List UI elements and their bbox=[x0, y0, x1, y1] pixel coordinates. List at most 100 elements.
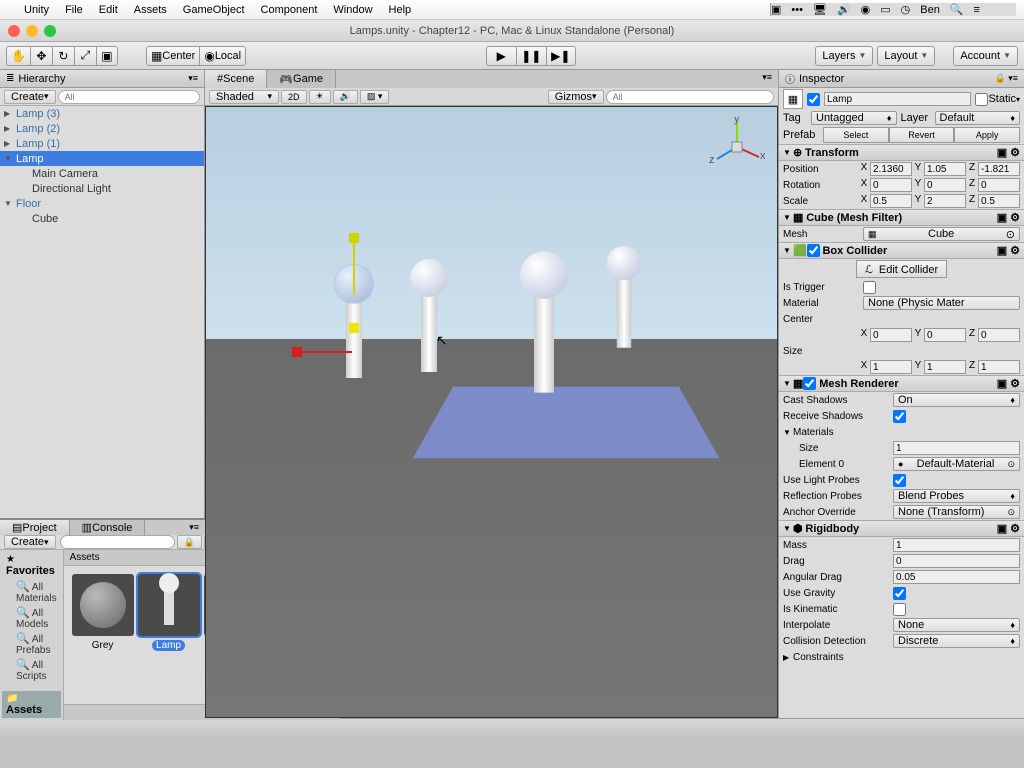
tag-dropdown[interactable]: Untagged♦ bbox=[811, 111, 897, 125]
lock-icon[interactable]: 🔒 ▾≡ bbox=[995, 73, 1018, 84]
boxcollider-header[interactable]: ▼🟩 Box Collider▣ ⚙ bbox=[779, 242, 1024, 259]
favorite-item[interactable]: 🔍 All Prefabs bbox=[2, 631, 61, 657]
scene-gizmo[interactable]: y x z bbox=[707, 117, 767, 177]
hierarchy-item[interactable]: Main Camera bbox=[0, 166, 204, 181]
step-button[interactable]: ▶❚ bbox=[546, 46, 576, 66]
hand-tool[interactable]: ✋ bbox=[6, 46, 30, 66]
gear-icon[interactable]: ▣ ⚙ bbox=[997, 522, 1020, 535]
rot-y[interactable] bbox=[924, 178, 966, 192]
minimize-button[interactable] bbox=[26, 25, 38, 37]
renderer-enabled[interactable] bbox=[803, 377, 816, 390]
hierarchy-item[interactable]: ▼Floor bbox=[0, 196, 204, 211]
pause-button[interactable]: ❚❚ bbox=[516, 46, 546, 66]
gizmos-dropdown[interactable]: Gizmos ▾ bbox=[548, 90, 604, 104]
prefab-select[interactable]: Select bbox=[823, 127, 889, 143]
fx-toggle[interactable]: ▧ ▾ bbox=[360, 90, 390, 104]
use-gravity[interactable] bbox=[893, 587, 906, 600]
mat-size[interactable] bbox=[893, 441, 1020, 455]
pos-x[interactable] bbox=[870, 162, 912, 176]
prefab-apply[interactable]: Apply bbox=[954, 127, 1020, 143]
menu-assets[interactable]: Assets bbox=[134, 4, 167, 16]
center-y[interactable] bbox=[924, 328, 966, 342]
user-name[interactable]: Ben bbox=[920, 4, 940, 16]
pivot-toggle[interactable]: ▦ Center bbox=[146, 46, 199, 66]
hierarchy-item[interactable]: Cube bbox=[0, 211, 204, 226]
lamp-selected[interactable] bbox=[346, 293, 362, 378]
console-tab[interactable]: ▥ Console bbox=[70, 520, 146, 535]
collider-enabled[interactable] bbox=[807, 244, 820, 257]
shading-dropdown[interactable]: Shaded▾ bbox=[209, 90, 279, 104]
center-x[interactable] bbox=[870, 328, 912, 342]
menu-window[interactable]: Window bbox=[333, 4, 372, 16]
transform-header[interactable]: ▼⊕ Transform▣ ⚙ bbox=[779, 144, 1024, 161]
edit-collider-button[interactable]: ℒ Edit Collider bbox=[856, 260, 947, 278]
light-probes[interactable] bbox=[893, 474, 906, 487]
cast-shadows[interactable]: On♦ bbox=[893, 393, 1020, 407]
menu-help[interactable]: Help bbox=[389, 4, 412, 16]
menu-edit[interactable]: Edit bbox=[99, 4, 118, 16]
panel-menu-icon[interactable]: ▾≡ bbox=[756, 70, 778, 88]
rect-tool[interactable]: ▣ bbox=[96, 46, 118, 66]
light-toggle[interactable]: ☀ bbox=[309, 90, 331, 104]
layout-dropdown[interactable]: Layout▼ bbox=[877, 46, 935, 66]
drag-field[interactable] bbox=[893, 554, 1020, 568]
lamp-2[interactable] bbox=[421, 287, 437, 372]
rigidbody-header[interactable]: ▼⬢ Rigidbody▣ ⚙ bbox=[779, 520, 1024, 537]
gear-icon[interactable]: ▣ ⚙ bbox=[997, 377, 1020, 390]
layers-dropdown[interactable]: Layers▼ bbox=[815, 46, 873, 66]
favorite-item[interactable]: 🔍 All Materials bbox=[2, 579, 61, 605]
pos-z[interactable] bbox=[978, 162, 1020, 176]
refl-probes[interactable]: Blend Probes♦ bbox=[893, 489, 1020, 503]
lamp-3[interactable] bbox=[534, 286, 554, 392]
rot-z[interactable] bbox=[978, 178, 1020, 192]
mass-field[interactable] bbox=[893, 538, 1020, 552]
space-toggle[interactable]: ◉ Local bbox=[199, 46, 246, 66]
pos-y[interactable] bbox=[924, 162, 966, 176]
panel-menu-icon[interactable]: ▾≡ bbox=[188, 73, 198, 84]
dots-icon[interactable]: ••• bbox=[791, 4, 803, 16]
battery-icon[interactable]: ▭ bbox=[880, 3, 890, 16]
gear-icon[interactable]: ▣ ⚙ bbox=[997, 244, 1020, 257]
hierarchy-item[interactable]: ▶Lamp (1) bbox=[0, 136, 204, 151]
scene-tab[interactable]: # Scene bbox=[205, 70, 267, 88]
help-icon[interactable]: ▣ ⚙ bbox=[997, 146, 1020, 159]
menu-unity[interactable]: Unity bbox=[24, 4, 49, 16]
scale-z[interactable] bbox=[978, 194, 1020, 208]
interpolate-dropdown[interactable]: None♦ bbox=[893, 618, 1020, 632]
panel-menu-icon[interactable]: ▾≡ bbox=[183, 520, 205, 535]
clock-icon[interactable]: ◷ bbox=[901, 3, 911, 16]
project-tab[interactable]: ▤ Project bbox=[0, 520, 70, 535]
zoom-button[interactable] bbox=[44, 25, 56, 37]
spotlight-icon[interactable]: 🔍 bbox=[950, 3, 964, 16]
play-button[interactable]: ▶ bbox=[486, 46, 516, 66]
move-tool[interactable]: ✥ bbox=[30, 46, 52, 66]
scale-x[interactable] bbox=[870, 194, 912, 208]
object-name-field[interactable] bbox=[824, 92, 971, 106]
prefab-revert[interactable]: Revert bbox=[889, 127, 955, 143]
hierarchy-create[interactable]: Create ▾ bbox=[4, 90, 56, 104]
scene-search[interactable] bbox=[606, 90, 774, 104]
menu-component[interactable]: Component bbox=[261, 4, 318, 16]
size-z[interactable] bbox=[978, 360, 1020, 374]
menu-icon[interactable]: ≡ bbox=[974, 4, 980, 16]
hierarchy-search[interactable] bbox=[58, 90, 200, 104]
collision-dropdown[interactable]: Discrete♦ bbox=[893, 634, 1020, 648]
favorites-header[interactable]: ★ Favorites bbox=[2, 552, 61, 579]
assets-folder[interactable]: 📁 Assets bbox=[2, 691, 61, 718]
anchor-override[interactable]: None (Transform)⊙ bbox=[893, 505, 1020, 519]
asset-item[interactable]: Lamp bbox=[138, 574, 200, 651]
menu-file[interactable]: File bbox=[65, 4, 83, 16]
layer-dropdown[interactable]: Default♦ bbox=[935, 111, 1021, 125]
lamp-4[interactable] bbox=[617, 271, 631, 348]
asset-item[interactable]: Grey bbox=[72, 574, 134, 651]
size-y[interactable] bbox=[924, 360, 966, 374]
audio-toggle[interactable]: 🔊 bbox=[333, 90, 358, 104]
favorite-item[interactable]: 🔍 All Scripts bbox=[2, 657, 61, 683]
hierarchy-item[interactable]: ▶Lamp (2) bbox=[0, 121, 204, 136]
physmat-field[interactable]: None (Physic Mater bbox=[863, 296, 1020, 310]
size-x[interactable] bbox=[870, 360, 912, 374]
volume-icon[interactable]: 🔊 bbox=[837, 3, 851, 16]
wifi-icon[interactable]: ◉ bbox=[861, 3, 871, 16]
close-button[interactable] bbox=[8, 25, 20, 37]
static-checkbox[interactable] bbox=[975, 93, 988, 106]
